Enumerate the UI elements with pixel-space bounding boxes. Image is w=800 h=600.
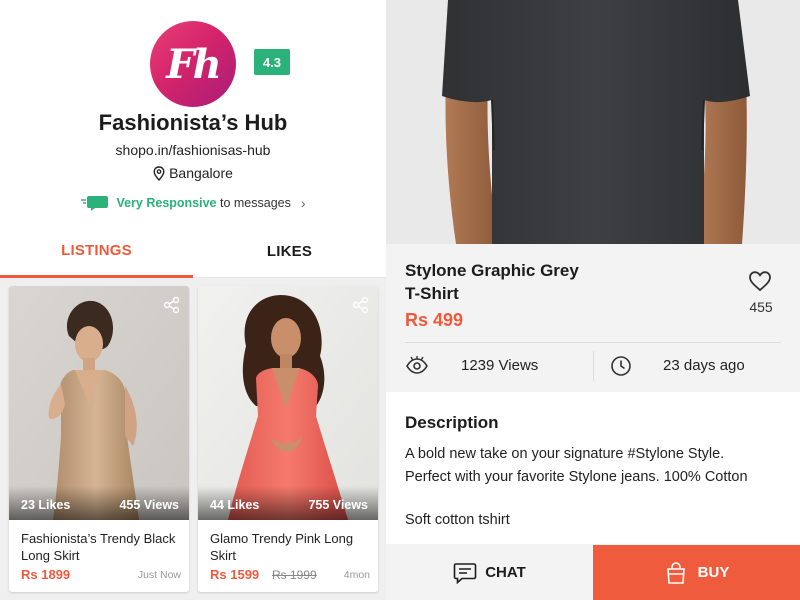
product-description: Description A bold new take on your sign… bbox=[386, 392, 800, 544]
product-title: Stylone Graphic Grey T-Shirt bbox=[405, 259, 665, 305]
shop-logo-text: Fh bbox=[166, 40, 222, 88]
description-heading: Description bbox=[405, 413, 499, 432]
listing-price: Rs 1599 bbox=[210, 567, 260, 582]
tab-listings[interactable]: LISTINGS bbox=[0, 226, 193, 278]
chat-bubble-icon bbox=[81, 196, 109, 211]
shop-url-link[interactable]: shopo.in/fashionisas-hub bbox=[0, 142, 386, 158]
divider bbox=[405, 342, 781, 343]
listing-stats: 23 Likes 455 Views bbox=[9, 486, 189, 520]
shop-location: Bangalore bbox=[0, 165, 386, 181]
listing-price: Rs 1899 bbox=[21, 567, 71, 582]
rating-badge: 4.3 bbox=[254, 49, 290, 75]
product-price: Rs 499 bbox=[405, 310, 464, 330]
product-info: Stylone Graphic Grey T-Shirt Rs 499 455 … bbox=[386, 244, 800, 386]
profile-tabs: LISTINGS LIKES bbox=[0, 226, 386, 278]
location-pin-icon bbox=[153, 165, 165, 181]
shop-logo[interactable]: Fh bbox=[150, 21, 236, 107]
listing-title[interactable]: Glamo Trendy Pink Long Skirt bbox=[210, 530, 370, 564]
heart-icon[interactable] bbox=[748, 270, 772, 292]
product-title-line-2: T-Shirt bbox=[405, 284, 459, 303]
responsive-suffix: to messages bbox=[220, 196, 291, 210]
shop-name: Fashionista’s Hub bbox=[98, 110, 288, 135]
product-detail-screen: Stylone Graphic Grey T-Shirt Rs 499 455 … bbox=[386, 0, 800, 600]
product-image[interactable] bbox=[386, 0, 800, 244]
product-likes-count: 455 bbox=[749, 299, 773, 315]
shop-location-text: Bangalore bbox=[169, 165, 233, 181]
listing-title[interactable]: Fashionista’s Trendy Black Long Skirt bbox=[21, 530, 181, 564]
action-bar: CHAT BUY bbox=[386, 545, 800, 600]
description-line-2: Perfect with your favorite Stylone jeans… bbox=[405, 469, 748, 485]
listing-age: 4mon bbox=[343, 569, 370, 581]
product-posted-time: 23 days ago bbox=[663, 357, 745, 374]
listing-image[interactable]: 44 Likes 755 Views bbox=[198, 286, 378, 520]
description-line-3: Soft cotton tshirt bbox=[405, 512, 510, 528]
listing-stats: 44 Likes 755 Views bbox=[198, 486, 378, 520]
shop-profile-screen: Fh 4.3 Fashionista’s Hub shopo.in/fashio… bbox=[0, 0, 386, 600]
buy-button[interactable]: BUY bbox=[593, 545, 800, 600]
listing-views: 455 Views bbox=[119, 498, 179, 512]
share-icon[interactable] bbox=[163, 296, 181, 314]
tab-likes[interactable]: LIKES bbox=[193, 226, 386, 276]
listings-grid: 23 Likes 455 Views Fashionista’s Trendy … bbox=[0, 278, 386, 600]
buy-button-label: BUY bbox=[697, 564, 730, 581]
description-text: A bold new take on your signature #Stylo… bbox=[405, 443, 800, 489]
share-icon[interactable] bbox=[352, 296, 370, 314]
chat-button-label: CHAT bbox=[485, 564, 526, 581]
listing-age: Just Now bbox=[137, 569, 181, 581]
chat-icon bbox=[453, 562, 477, 584]
clock-icon bbox=[611, 356, 631, 376]
description-line-1: A bold new take on your signature #Stylo… bbox=[405, 446, 725, 462]
listing-views: 755 Views bbox=[308, 498, 368, 512]
listing-image[interactable]: 23 Likes 455 Views bbox=[9, 286, 189, 520]
eye-icon bbox=[406, 356, 428, 374]
divider bbox=[593, 351, 594, 381]
listing-original-price: Rs 1999 bbox=[272, 568, 317, 582]
responsiveness-row[interactable]: Very Responsive to messages › bbox=[0, 194, 386, 212]
listing-likes: 23 Likes bbox=[21, 498, 71, 512]
shopping-bag-icon bbox=[666, 561, 685, 584]
chat-button[interactable]: CHAT bbox=[386, 545, 593, 600]
chevron-right-icon: › bbox=[300, 195, 306, 211]
responsive-status: Very Responsive bbox=[116, 196, 217, 210]
product-title-line-1: Stylone Graphic Grey bbox=[405, 261, 579, 280]
product-views: 1239 Views bbox=[461, 357, 539, 374]
listing-card[interactable]: 44 Likes 755 Views Glamo Trendy Pink Lon… bbox=[198, 286, 378, 592]
listing-card[interactable]: 23 Likes 455 Views Fashionista’s Trendy … bbox=[9, 286, 189, 592]
listing-likes: 44 Likes bbox=[210, 498, 260, 512]
